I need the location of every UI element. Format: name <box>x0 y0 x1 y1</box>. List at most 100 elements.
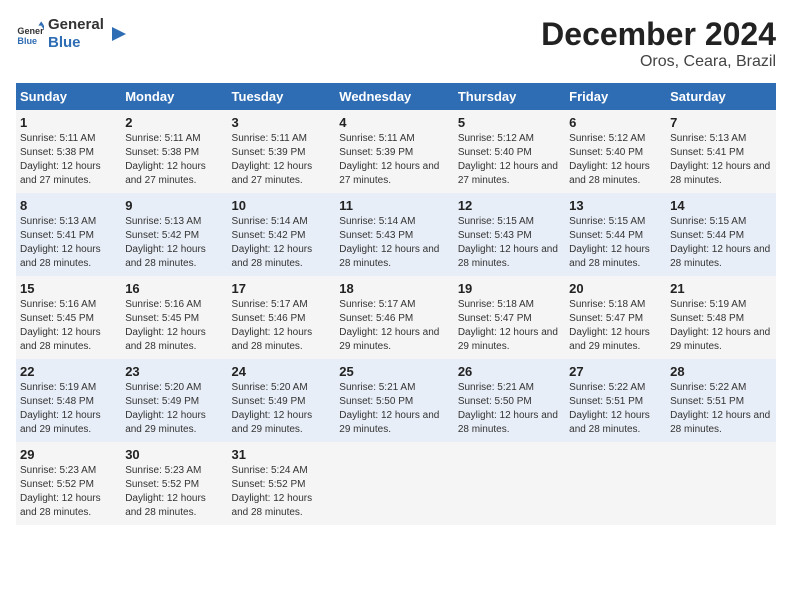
day-detail: Sunrise: 5:12 AMSunset: 5:40 PMDaylight:… <box>458 132 561 188</box>
calendar-cell: 15 Sunrise: 5:16 AMSunset: 5:45 PMDaylig… <box>16 276 121 359</box>
day-detail: Sunrise: 5:24 AMSunset: 5:52 PMDaylight:… <box>232 464 332 520</box>
day-number: 2 <box>125 115 223 130</box>
day-number: 3 <box>232 115 332 130</box>
day-number: 27 <box>569 364 662 379</box>
day-number: 14 <box>670 198 772 213</box>
day-number: 19 <box>458 281 561 296</box>
logo-line2: Blue <box>48 34 104 52</box>
day-detail: Sunrise: 5:17 AMSunset: 5:46 PMDaylight:… <box>232 298 332 354</box>
day-detail: Sunrise: 5:12 AMSunset: 5:40 PMDaylight:… <box>569 132 662 188</box>
day-number: 5 <box>458 115 561 130</box>
day-detail: Sunrise: 5:22 AMSunset: 5:51 PMDaylight:… <box>569 381 662 437</box>
calendar-cell <box>454 442 565 525</box>
day-number: 6 <box>569 115 662 130</box>
logo-icon: General Blue <box>16 20 44 48</box>
svg-text:General: General <box>17 26 44 36</box>
day-detail: Sunrise: 5:17 AMSunset: 5:46 PMDaylight:… <box>339 298 450 354</box>
day-detail: Sunrise: 5:22 AMSunset: 5:51 PMDaylight:… <box>670 381 772 437</box>
calendar-cell: 3 Sunrise: 5:11 AMSunset: 5:39 PMDayligh… <box>228 110 336 193</box>
calendar-cell: 2 Sunrise: 5:11 AMSunset: 5:38 PMDayligh… <box>121 110 227 193</box>
calendar-week-row: 22 Sunrise: 5:19 AMSunset: 5:48 PMDaylig… <box>16 359 776 442</box>
calendar-cell: 22 Sunrise: 5:19 AMSunset: 5:48 PMDaylig… <box>16 359 121 442</box>
day-detail: Sunrise: 5:19 AMSunset: 5:48 PMDaylight:… <box>20 381 117 437</box>
calendar-table: SundayMondayTuesdayWednesdayThursdayFrid… <box>16 83 776 525</box>
calendar-subtitle: Oros, Ceara, Brazil <box>541 53 776 71</box>
day-number: 7 <box>670 115 772 130</box>
title-section: December 2024 Oros, Ceara, Brazil <box>541 16 776 71</box>
calendar-cell: 24 Sunrise: 5:20 AMSunset: 5:49 PMDaylig… <box>228 359 336 442</box>
day-detail: Sunrise: 5:14 AMSunset: 5:43 PMDaylight:… <box>339 215 450 271</box>
day-detail: Sunrise: 5:15 AMSunset: 5:44 PMDaylight:… <box>670 215 772 271</box>
day-detail: Sunrise: 5:18 AMSunset: 5:47 PMDaylight:… <box>458 298 561 354</box>
calendar-cell: 10 Sunrise: 5:14 AMSunset: 5:42 PMDaylig… <box>228 193 336 276</box>
day-detail: Sunrise: 5:14 AMSunset: 5:42 PMDaylight:… <box>232 215 332 271</box>
day-detail: Sunrise: 5:18 AMSunset: 5:47 PMDaylight:… <box>569 298 662 354</box>
calendar-cell: 27 Sunrise: 5:22 AMSunset: 5:51 PMDaylig… <box>565 359 666 442</box>
calendar-cell: 29 Sunrise: 5:23 AMSunset: 5:52 PMDaylig… <box>16 442 121 525</box>
day-number: 10 <box>232 198 332 213</box>
header: General Blue General Blue December 2024 … <box>16 16 776 71</box>
calendar-cell: 9 Sunrise: 5:13 AMSunset: 5:42 PMDayligh… <box>121 193 227 276</box>
day-detail: Sunrise: 5:13 AMSunset: 5:41 PMDaylight:… <box>670 132 772 188</box>
day-number: 24 <box>232 364 332 379</box>
day-number: 11 <box>339 198 450 213</box>
calendar-cell <box>565 442 666 525</box>
calendar-cell: 28 Sunrise: 5:22 AMSunset: 5:51 PMDaylig… <box>666 359 776 442</box>
weekday-header-saturday: Saturday <box>666 83 776 110</box>
weekday-header-thursday: Thursday <box>454 83 565 110</box>
logo-arrow-icon <box>108 23 130 45</box>
day-detail: Sunrise: 5:11 AMSunset: 5:39 PMDaylight:… <box>339 132 450 188</box>
day-number: 20 <box>569 281 662 296</box>
calendar-cell: 1 Sunrise: 5:11 AMSunset: 5:38 PMDayligh… <box>16 110 121 193</box>
logo-line1: General <box>48 16 104 34</box>
day-number: 18 <box>339 281 450 296</box>
day-number: 21 <box>670 281 772 296</box>
day-detail: Sunrise: 5:13 AMSunset: 5:42 PMDaylight:… <box>125 215 223 271</box>
logo: General Blue General Blue <box>16 16 130 52</box>
day-number: 17 <box>232 281 332 296</box>
day-number: 4 <box>339 115 450 130</box>
calendar-week-row: 8 Sunrise: 5:13 AMSunset: 5:41 PMDayligh… <box>16 193 776 276</box>
day-number: 23 <box>125 364 223 379</box>
calendar-cell: 8 Sunrise: 5:13 AMSunset: 5:41 PMDayligh… <box>16 193 121 276</box>
day-number: 29 <box>20 447 117 462</box>
day-detail: Sunrise: 5:11 AMSunset: 5:39 PMDaylight:… <box>232 132 332 188</box>
svg-text:Blue: Blue <box>17 36 37 46</box>
calendar-cell: 16 Sunrise: 5:16 AMSunset: 5:45 PMDaylig… <box>121 276 227 359</box>
calendar-title: December 2024 <box>541 16 776 53</box>
day-number: 8 <box>20 198 117 213</box>
calendar-cell: 4 Sunrise: 5:11 AMSunset: 5:39 PMDayligh… <box>335 110 454 193</box>
day-detail: Sunrise: 5:11 AMSunset: 5:38 PMDaylight:… <box>20 132 117 188</box>
day-detail: Sunrise: 5:23 AMSunset: 5:52 PMDaylight:… <box>20 464 117 520</box>
weekday-header-row: SundayMondayTuesdayWednesdayThursdayFrid… <box>16 83 776 110</box>
calendar-cell: 17 Sunrise: 5:17 AMSunset: 5:46 PMDaylig… <box>228 276 336 359</box>
day-detail: Sunrise: 5:15 AMSunset: 5:43 PMDaylight:… <box>458 215 561 271</box>
calendar-cell: 5 Sunrise: 5:12 AMSunset: 5:40 PMDayligh… <box>454 110 565 193</box>
calendar-cell <box>335 442 454 525</box>
calendar-cell: 21 Sunrise: 5:19 AMSunset: 5:48 PMDaylig… <box>666 276 776 359</box>
calendar-cell: 18 Sunrise: 5:17 AMSunset: 5:46 PMDaylig… <box>335 276 454 359</box>
calendar-week-row: 1 Sunrise: 5:11 AMSunset: 5:38 PMDayligh… <box>16 110 776 193</box>
calendar-cell: 31 Sunrise: 5:24 AMSunset: 5:52 PMDaylig… <box>228 442 336 525</box>
weekday-header-monday: Monday <box>121 83 227 110</box>
day-detail: Sunrise: 5:15 AMSunset: 5:44 PMDaylight:… <box>569 215 662 271</box>
calendar-cell: 20 Sunrise: 5:18 AMSunset: 5:47 PMDaylig… <box>565 276 666 359</box>
calendar-cell: 7 Sunrise: 5:13 AMSunset: 5:41 PMDayligh… <box>666 110 776 193</box>
day-number: 28 <box>670 364 772 379</box>
day-detail: Sunrise: 5:23 AMSunset: 5:52 PMDaylight:… <box>125 464 223 520</box>
day-number: 30 <box>125 447 223 462</box>
day-number: 25 <box>339 364 450 379</box>
day-detail: Sunrise: 5:20 AMSunset: 5:49 PMDaylight:… <box>232 381 332 437</box>
calendar-cell: 12 Sunrise: 5:15 AMSunset: 5:43 PMDaylig… <box>454 193 565 276</box>
calendar-week-row: 29 Sunrise: 5:23 AMSunset: 5:52 PMDaylig… <box>16 442 776 525</box>
day-number: 26 <box>458 364 561 379</box>
day-number: 22 <box>20 364 117 379</box>
day-detail: Sunrise: 5:19 AMSunset: 5:48 PMDaylight:… <box>670 298 772 354</box>
day-number: 9 <box>125 198 223 213</box>
calendar-cell: 6 Sunrise: 5:12 AMSunset: 5:40 PMDayligh… <box>565 110 666 193</box>
day-number: 16 <box>125 281 223 296</box>
day-number: 13 <box>569 198 662 213</box>
weekday-header-wednesday: Wednesday <box>335 83 454 110</box>
day-detail: Sunrise: 5:13 AMSunset: 5:41 PMDaylight:… <box>20 215 117 271</box>
day-number: 31 <box>232 447 332 462</box>
